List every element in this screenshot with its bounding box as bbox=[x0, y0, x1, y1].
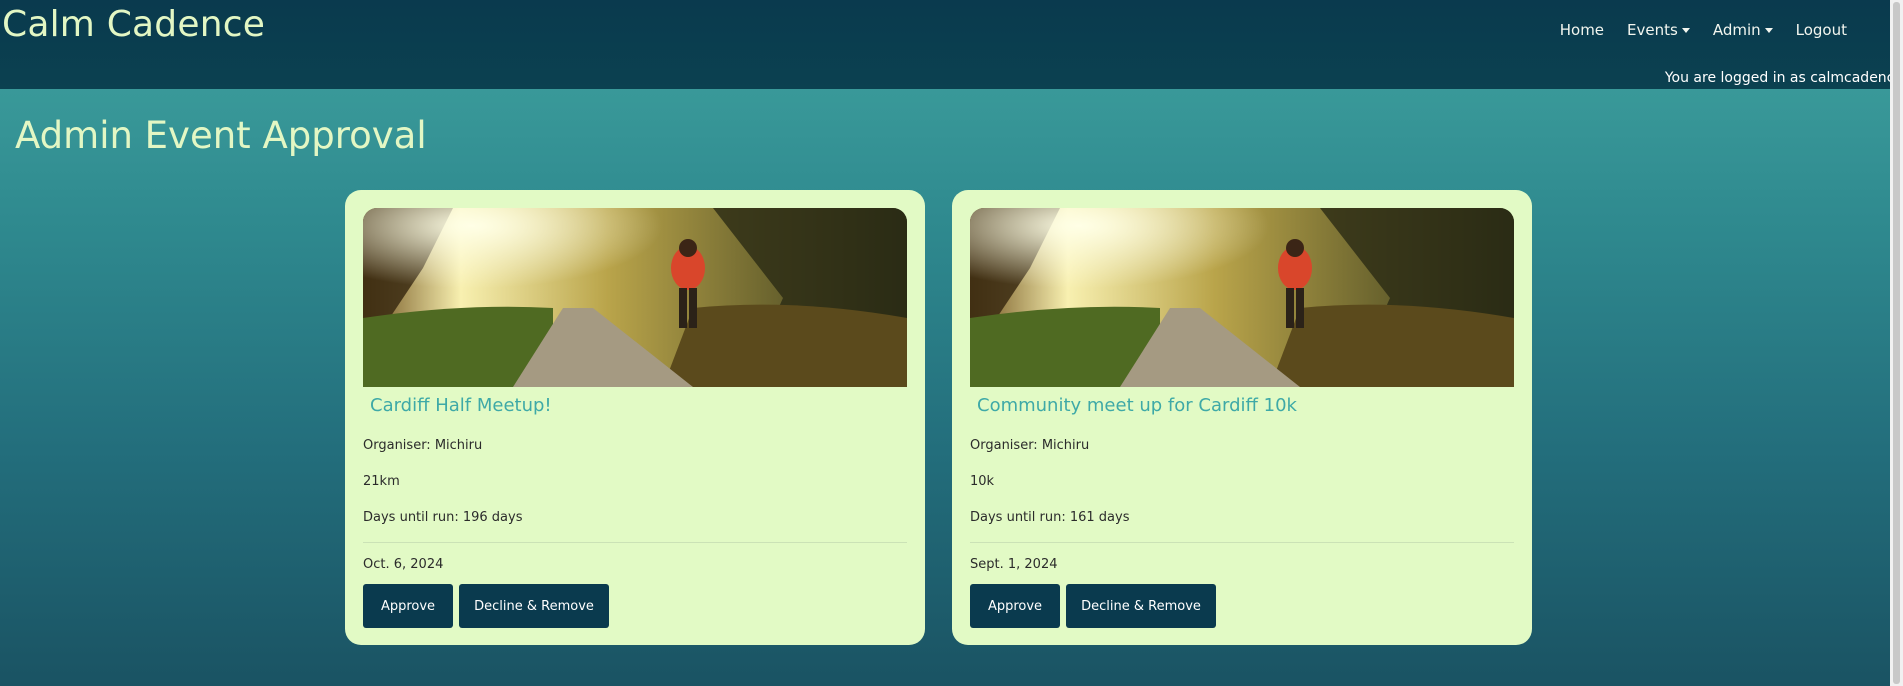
divider bbox=[970, 542, 1514, 543]
event-distance: 21km bbox=[363, 474, 400, 489]
event-image bbox=[970, 208, 1514, 387]
event-image bbox=[363, 208, 907, 387]
event-date: Oct. 6, 2024 bbox=[363, 557, 444, 572]
event-card: Community meet up for Cardiff 10k Organi… bbox=[952, 190, 1532, 645]
scrollbar-thumb[interactable] bbox=[1893, 2, 1900, 684]
divider bbox=[363, 542, 907, 543]
decline-remove-button[interactable]: Decline & Remove bbox=[459, 584, 609, 628]
page-title: Admin Event Approval bbox=[15, 114, 427, 157]
nav-admin-dropdown[interactable]: Admin bbox=[1713, 21, 1773, 39]
event-days-until: Days until run: 161 days bbox=[970, 510, 1130, 525]
approve-button[interactable]: Approve bbox=[363, 584, 453, 628]
login-status: You are logged in as calmcadence bbox=[1664, 70, 1903, 86]
event-organiser: Organiser: Michiru bbox=[363, 438, 483, 453]
nav-links: Home Events Admin Logout bbox=[1560, 21, 1847, 39]
nav-home[interactable]: Home bbox=[1560, 21, 1604, 39]
nav-events-dropdown[interactable]: Events bbox=[1627, 21, 1690, 39]
event-title-link[interactable]: Community meet up for Cardiff 10k bbox=[977, 395, 1297, 416]
vertical-scrollbar[interactable] bbox=[1890, 0, 1903, 686]
caret-down-icon bbox=[1764, 28, 1773, 33]
approve-button[interactable]: Approve bbox=[970, 584, 1060, 628]
brand-logo[interactable]: Calm Cadence bbox=[2, 4, 265, 45]
caret-down-icon bbox=[1681, 28, 1690, 33]
event-date: Sept. 1, 2024 bbox=[970, 557, 1058, 572]
decline-remove-button[interactable]: Decline & Remove bbox=[1066, 584, 1216, 628]
navbar: Calm Cadence Home Events Admin Logout bbox=[0, 0, 1890, 89]
event-organiser: Organiser: Michiru bbox=[970, 438, 1090, 453]
event-title-link[interactable]: Cardiff Half Meetup! bbox=[370, 395, 552, 416]
nav-logout[interactable]: Logout bbox=[1796, 21, 1847, 39]
event-card: Cardiff Half Meetup! Organiser: Michiru … bbox=[345, 190, 925, 645]
event-distance: 10k bbox=[970, 474, 995, 489]
event-days-until: Days until run: 196 days bbox=[363, 510, 523, 525]
